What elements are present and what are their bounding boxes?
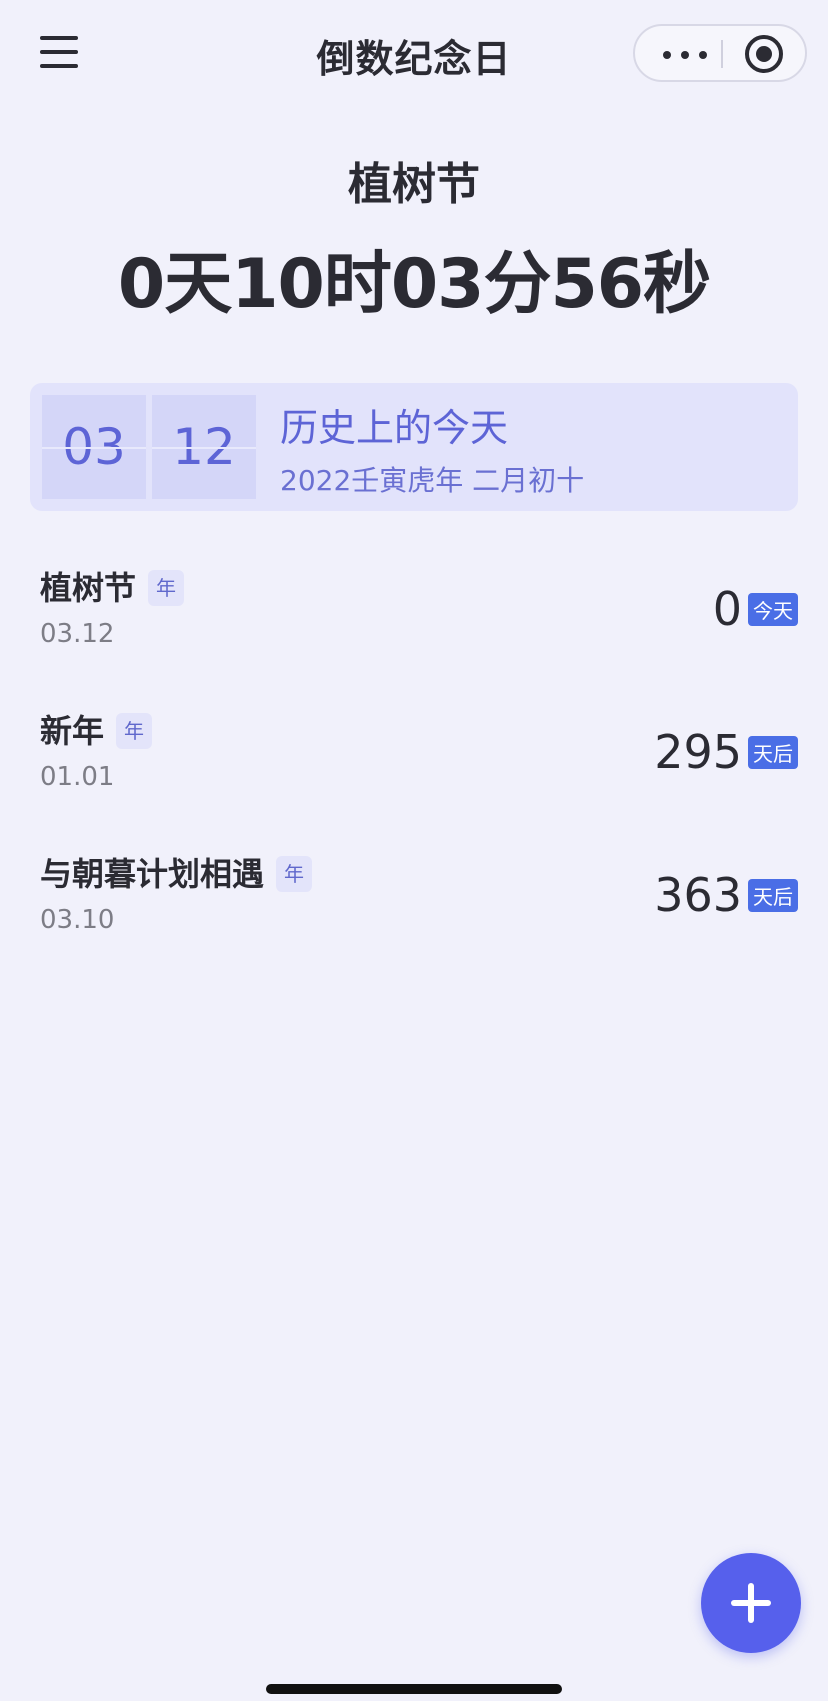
list-item[interactable]: 植树节年 03.12 0 今天 (0, 555, 828, 698)
event-countdown: 0 今天 (713, 581, 798, 637)
list-item[interactable]: 与朝暮计划相遇年 03.10 363 天后 (0, 841, 828, 984)
event-name-row: 植树节年 (40, 563, 185, 609)
history-today-title: 历史上的今天 (280, 406, 509, 450)
days-count: 295 (654, 725, 742, 779)
month-box: 03 (42, 395, 146, 499)
event-list: 植树节年 03.12 0 今天 新年年 01.01 295 天后 与朝暮计划相遇… (0, 555, 828, 984)
mini-program-capsule (633, 24, 807, 82)
event-countdown: 363 天后 (654, 867, 798, 923)
nav-bar: 倒数纪念日 (0, 0, 828, 108)
days-unit-badge: 天后 (748, 735, 798, 769)
more-dots-icon[interactable] (653, 34, 717, 74)
history-today-card[interactable]: 03 12 历史上的今天 2022壬寅虎年 二月初十 (30, 383, 798, 511)
list-item[interactable]: 新年年 01.01 295 天后 (0, 698, 828, 841)
event-name: 植树节 (40, 569, 137, 607)
event-name-row: 与朝暮计划相遇年 (40, 849, 313, 895)
event-date: 01.01 (40, 762, 115, 792)
event-date: 03.10 (40, 905, 115, 935)
featured-countdown: 0天10时03分56秒 (117, 245, 711, 324)
event-name-row: 新年年 (40, 706, 153, 752)
days-count: 363 (654, 868, 742, 922)
lunar-date: 2022壬寅虎年 二月初十 (280, 464, 585, 497)
repeat-tag: 年 (276, 856, 313, 892)
day-box: 12 (152, 395, 256, 499)
event-name: 新年 (40, 712, 105, 750)
add-event-button[interactable] (701, 1553, 801, 1653)
event-countdown: 295 天后 (654, 724, 798, 780)
event-name: 与朝暮计划相遇 (40, 855, 265, 893)
app-page: 倒数纪念日 植树节 0天10时03分56秒 03 12 历史上的今天 2022壬… (0, 0, 828, 1701)
event-date: 03.12 (40, 619, 115, 649)
days-unit-badge: 今天 (748, 592, 798, 626)
home-indicator (266, 1684, 562, 1694)
capsule-divider (721, 40, 723, 68)
target-circle-icon[interactable] (745, 35, 783, 73)
featured-event-name: 植树节 (348, 159, 480, 210)
plus-icon-stroke (748, 1583, 754, 1623)
days-count: 0 (712, 582, 742, 636)
days-unit-badge: 天后 (748, 878, 798, 912)
repeat-tag: 年 (148, 570, 185, 606)
repeat-tag: 年 (116, 713, 153, 749)
